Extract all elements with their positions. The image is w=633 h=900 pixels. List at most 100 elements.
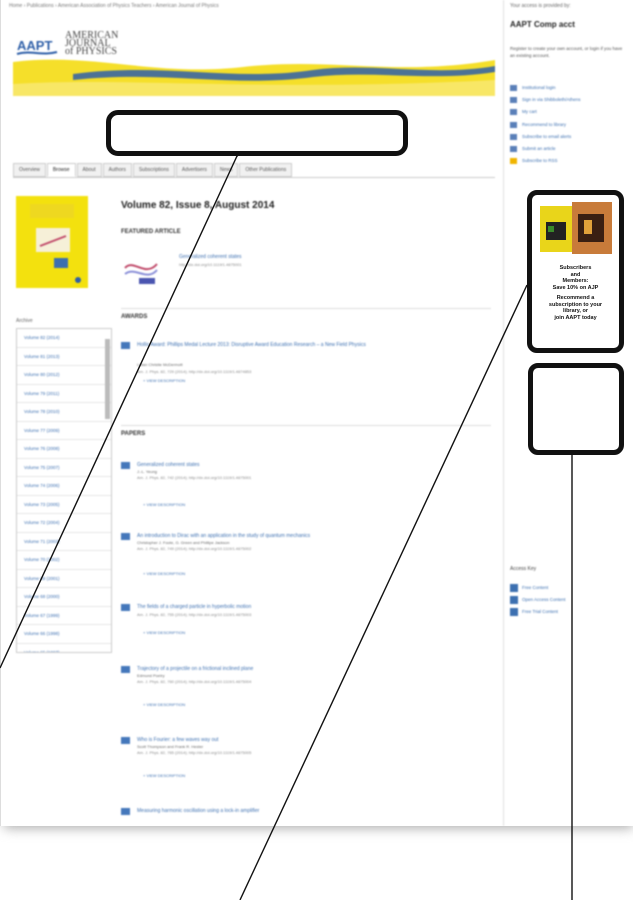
sidebar-link-label: Subscribe to email alerts	[522, 133, 572, 139]
access-key-item: Open Access Content	[510, 595, 566, 607]
view-description-link[interactable]: + VIEW DESCRIPTION	[143, 502, 185, 507]
sidebar-link[interactable]: Institutional login	[510, 82, 581, 94]
email-icon	[510, 133, 517, 140]
access-key-item: Free Trial Content	[510, 607, 566, 619]
view-description-link[interactable]: + VIEW DESCRIPTION	[143, 571, 185, 576]
archive-scrollbar[interactable]	[105, 339, 110, 419]
article-icon	[121, 666, 130, 673]
sidebar-link-label: Submit an article	[522, 145, 556, 151]
sidebar-link-label: Sign in via Shibboleth/Athens	[522, 97, 581, 103]
view-description-link[interactable]: + VIEW DESCRIPTION	[143, 773, 185, 778]
banner-ad-callout[interactable]	[106, 110, 408, 156]
paper-authors: Edmund Poetry	[137, 673, 165, 678]
awards-heading: AWARDS	[121, 308, 491, 320]
cart-icon	[510, 109, 517, 116]
nav-tabs: Overview Browse About Authors Subscripti…	[13, 163, 293, 177]
tab-other-publications[interactable]: Other Publications	[239, 163, 293, 177]
link-icon	[510, 145, 517, 152]
article-icon	[121, 808, 130, 815]
featured-heading: FEATURED ARTICLE	[121, 229, 181, 235]
article-icon	[121, 342, 130, 349]
subscriber-promo-ad[interactable]: Subscribers and Members: Save 10% on AJP…	[527, 190, 624, 353]
view-description-link[interactable]: + VIEW DESCRIPTION	[143, 378, 185, 383]
issue-cover-image[interactable]	[16, 196, 88, 288]
article-icon	[121, 737, 130, 744]
award-title[interactable]: Hollis Award: Phillips Medal Lecture 201…	[137, 342, 467, 349]
paper-title[interactable]: Who is Fourier: a few waves way out	[137, 737, 218, 743]
sidebar-link-label: Recommend to library	[522, 121, 567, 127]
paper-citation: Am. J. Phys. 82, 742 (2014); http://dx.d…	[137, 475, 252, 480]
archive-item[interactable]: Volume 68 (2000)	[17, 588, 111, 607]
journal-title-line-3: of PHYSICS	[65, 46, 117, 57]
paper-authors: Scott Thompson and Frank R. Hester	[137, 744, 204, 749]
free-trial-icon	[510, 608, 518, 616]
archive-item[interactable]: Volume 71 (2003)	[17, 533, 111, 551]
archive-item[interactable]: Volume 69 (2001)	[17, 570, 111, 588]
sidebar-link[interactable]: Sign in via Shibboleth/Athens	[510, 94, 581, 106]
featured-article-citation: http://dx.doi.org/10.1119/1.4875001	[179, 262, 242, 267]
archive-item[interactable]: Volume 81 (2013)	[17, 348, 111, 366]
paper-title[interactable]: Measuring harmonic oscillation using a l…	[137, 808, 259, 814]
access-key-label: Open Access Content	[522, 597, 566, 602]
archive-item[interactable]: Volume 75 (2007)	[17, 459, 111, 477]
sidebar-link[interactable]: My cart	[510, 106, 581, 118]
link-icon	[510, 85, 517, 91]
account-name: AAPT Comp acct	[510, 20, 575, 29]
tab-news[interactable]: News	[213, 163, 239, 177]
free-content-icon	[510, 584, 518, 592]
register-text[interactable]: Register to create your own account, or …	[510, 45, 628, 59]
breadcrumb[interactable]: Home › Publications › American Associati…	[9, 3, 219, 9]
archive-item[interactable]: Volume 74 (2006)	[17, 477, 111, 496]
archive-item[interactable]: Volume 79 (2011)	[17, 385, 111, 403]
archive-item[interactable]: Volume 72 (2004)	[17, 514, 111, 533]
paper-title[interactable]: The fields of a charged particle in hype…	[137, 604, 251, 610]
tab-about[interactable]: About	[76, 163, 102, 177]
archive-heading[interactable]: Archive	[16, 318, 33, 324]
papers-heading: PAPERS	[121, 425, 491, 437]
archive-item[interactable]: Volume 80 (2012)	[17, 366, 111, 385]
archive-item[interactable]: Volume 67 (1999)	[17, 607, 111, 625]
featured-thumbnail[interactable]	[121, 252, 161, 286]
archive-item[interactable]: Volume 77 (2009)	[17, 422, 111, 440]
article-icon	[121, 462, 130, 469]
sidebar-link[interactable]: Subscribe to RSS	[510, 155, 581, 167]
archive-item[interactable]: Volume 76 (2008)	[17, 440, 111, 459]
award-citation: Am. J. Phys. 82, 729 (2014); http://dx.d…	[137, 369, 252, 374]
promo-text: Subscribers and Members: Save 10% on AJP…	[534, 265, 617, 321]
paper-title[interactable]: Generalized coherent states	[137, 462, 200, 468]
paper-title[interactable]: Trajectory of a projectile on a friction…	[137, 666, 253, 672]
archive-item[interactable]: Volume 66 (1998)	[17, 625, 111, 644]
tab-advertisers[interactable]: Advertisers	[175, 163, 213, 177]
archive-item[interactable]: Volume 73 (2005)	[17, 496, 111, 514]
tab-subscriptions[interactable]: Subscriptions	[132, 163, 175, 177]
featured-article-title[interactable]: Generalized coherent states	[179, 254, 242, 260]
archive-volume-list[interactable]: Volume 82 (2014) Volume 81 (2013) Volume…	[16, 328, 112, 653]
archive-item[interactable]: Volume 70 (2002)	[17, 551, 111, 570]
archive-item[interactable]: Volume 65 (1997)	[17, 644, 111, 653]
sidebar-link[interactable]: Subscribe to email alerts	[510, 131, 581, 143]
paper-title[interactable]: An introduction to Dirac with an applica…	[137, 533, 310, 539]
issue-main-column: Volume 82, Issue 8, August 2014 FEATURED…	[121, 200, 491, 235]
view-description-link[interactable]: + VIEW DESCRIPTION	[143, 702, 185, 707]
aapt-logo[interactable]: AAPT	[15, 30, 59, 60]
tab-overview[interactable]: Overview	[13, 163, 46, 177]
open-access-icon	[510, 596, 518, 604]
paper-citation: Am. J. Phys. 82, 760 (2014); http://dx.d…	[137, 679, 252, 684]
sidebar-links: Institutional login Sign in via Shibbole…	[510, 82, 581, 167]
paper-authors: J.-L. Yeung	[137, 469, 158, 474]
archive-item[interactable]: Volume 82 (2014)	[17, 329, 111, 348]
sidebar-link-label: My cart	[522, 109, 537, 115]
access-key-label: Free Trial Content	[522, 609, 559, 614]
sidebar-link[interactable]: Recommend to library	[510, 119, 581, 131]
paper-citation: Am. J. Phys. 82, 765 (2014); http://dx.d…	[137, 750, 252, 755]
archive-item[interactable]: Volume 78 (2010)	[17, 403, 111, 422]
sidebar-link[interactable]: Submit an article	[510, 143, 581, 155]
tab-authors[interactable]: Authors	[102, 163, 132, 177]
tab-browse[interactable]: Browse	[46, 163, 76, 177]
article-icon	[121, 533, 130, 540]
journal-title[interactable]: AMERICAN JOURNAL of PHYSICS	[65, 31, 118, 57]
access-key-heading: Access Key	[510, 566, 537, 572]
view-description-link[interactable]: + VIEW DESCRIPTION	[143, 630, 185, 635]
sidebar-ad-callout[interactable]	[528, 363, 624, 455]
journal-covers-image	[540, 202, 612, 254]
